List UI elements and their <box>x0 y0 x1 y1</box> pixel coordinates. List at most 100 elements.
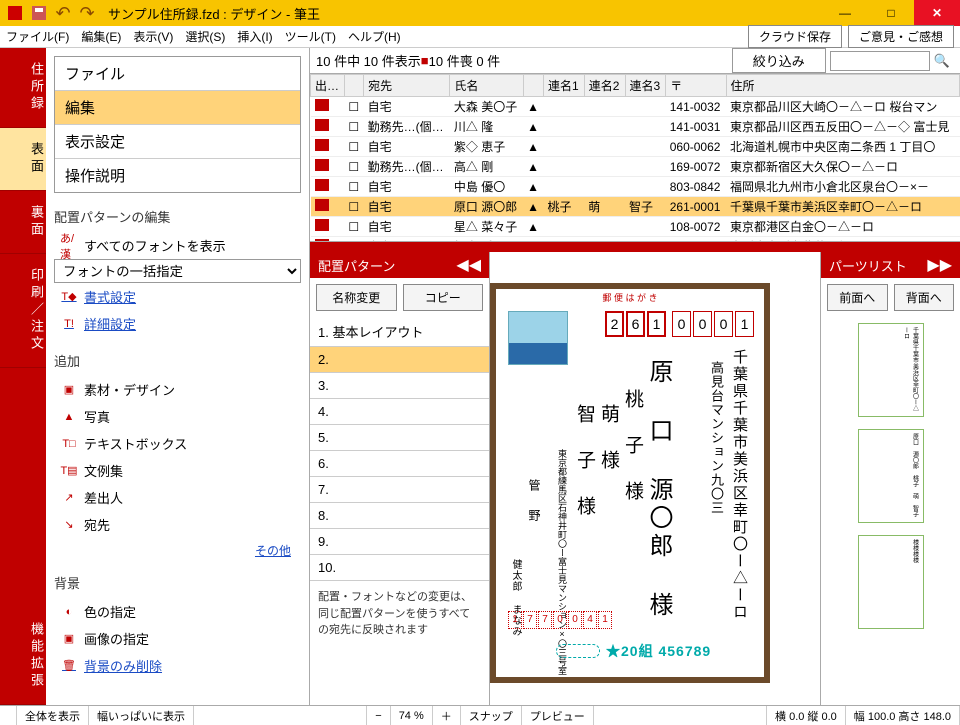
sender-name[interactable]: 管 野 <box>526 479 543 523</box>
column-header[interactable] <box>523 75 543 97</box>
recipient-addr1[interactable]: 千葉県千葉市美浜区幸町〇ー△ーロ <box>729 349 750 621</box>
pattern-row[interactable]: 2. <box>310 347 489 373</box>
menu-edit[interactable]: 編集(E) <box>81 28 121 45</box>
nav-help[interactable]: 操作説明 <box>55 159 300 192</box>
bg-image[interactable]: ▣画像の指定 <box>54 625 301 652</box>
pattern-row[interactable]: 6. <box>310 451 489 477</box>
postcard[interactable]: 郵 便 は が き 2610001 千葉県千葉市美浜区幸町〇ー△ーロ 高見台マン… <box>490 283 770 683</box>
nav-display[interactable]: 表示設定 <box>55 125 300 159</box>
add-textbox[interactable]: T□テキストボックス <box>54 430 301 457</box>
menu-select[interactable]: 選択(S) <box>185 28 225 45</box>
column-header[interactable]: 連名2 <box>584 75 625 97</box>
recipient-name2[interactable]: 桃 子 様 <box>619 389 646 503</box>
column-header[interactable]: 連名3 <box>625 75 666 97</box>
filter-button[interactable]: 絞り込み <box>732 48 826 73</box>
part-thumb[interactable]: 原口 源〇郎 桃子 萌 智子 <box>858 429 924 523</box>
add-material[interactable]: ▣素材・デザイン <box>54 376 301 403</box>
column-header[interactable]: 連名1 <box>544 75 585 97</box>
part-thumb[interactable]: 様様様様 <box>858 535 924 629</box>
detail-link[interactable]: T!詳細設定 <box>54 310 301 337</box>
column-header[interactable]: 〒 <box>666 75 726 97</box>
menu-insert[interactable]: 挿入(I) <box>237 28 272 45</box>
pattern-row[interactable]: 8. <box>310 503 489 529</box>
status-bar: 全体を表示 幅いっぱいに表示 − 74 % ＋ スナップ プレビュー 横 0.0… <box>0 705 960 725</box>
recipient-name4[interactable]: 智 子 様 <box>571 404 598 518</box>
nav-file[interactable]: ファイル <box>55 57 300 91</box>
splitter[interactable] <box>310 242 960 252</box>
zip-boxes[interactable]: 2610001 <box>605 311 754 337</box>
table-row[interactable]: ☐自宅大森 美〇子▲141-0032東京都品川区大崎〇－△－ロ 桜台マン <box>311 97 960 117</box>
pattern-row[interactable]: 1. 基本レイアウト <box>310 317 489 347</box>
recipient-addr2[interactable]: 高見台マンション九〇三 <box>707 361 726 515</box>
menu-file[interactable]: ファイル(F) <box>6 28 69 45</box>
collapse-icon[interactable]: ◀◀ <box>456 255 481 275</box>
add-recipient[interactable]: ↘宛先 <box>54 511 301 538</box>
column-header[interactable]: 住所 <box>726 75 959 97</box>
expand-icon[interactable]: ▶▶ <box>927 255 952 275</box>
feedback-button[interactable]: ご意見・ご感想 <box>848 25 954 48</box>
zoom-out-button[interactable]: − <box>367 706 390 725</box>
redo-icon[interactable]: ↷ <box>76 2 98 24</box>
nav-edit[interactable]: 編集 <box>55 91 300 125</box>
front-button[interactable]: 前面へ <box>827 284 888 311</box>
other-link[interactable]: その他 <box>54 538 301 559</box>
vtab-front[interactable]: 表面 <box>0 128 46 191</box>
nav-list: ファイル 編集 表示設定 操作説明 <box>54 56 301 193</box>
add-photo[interactable]: ▲写真 <box>54 403 301 430</box>
table-row[interactable]: ☐自宅原口 源〇郎▲桃子萌智子261-0001千葉県千葉市美浜区幸町〇－△－ロ <box>311 197 960 217</box>
recipient-name3[interactable]: 萌 様 <box>595 404 622 472</box>
snap-toggle[interactable]: スナップ <box>461 706 522 725</box>
bg-color[interactable]: ◐色の指定 <box>54 598 301 625</box>
menu-help[interactable]: ヘルプ(H) <box>348 28 401 45</box>
table-row[interactable]: ☐自宅星△ 菜々子▲108-0072東京都港区白金〇－△－ロ <box>311 217 960 237</box>
sender-zip[interactable]: 1770041 <box>508 611 612 629</box>
recipient-name1[interactable]: 原 口 源〇郎 様 <box>641 359 676 620</box>
save-icon[interactable] <box>28 2 50 24</box>
bg-delete[interactable]: 🗑背景のみ削除 <box>54 652 301 679</box>
format-link[interactable]: T◆書式設定 <box>54 283 301 310</box>
cloud-save-button[interactable]: クラウド保存 <box>748 25 842 48</box>
maximize-button[interactable]: □ <box>868 0 914 26</box>
table-row[interactable]: ☐勤務先…(個…高△ 剛▲169-0072東京都新宿区大久保〇－△－ロ <box>311 157 960 177</box>
vtab-addressbook[interactable]: 住所録 <box>0 48 46 128</box>
pattern-row[interactable]: 5. <box>310 425 489 451</box>
add-sender[interactable]: ↗差出人 <box>54 484 301 511</box>
table-row[interactable]: ☐勤務先…(個…川△ 隆▲141-0031東京都品川区西五反田〇－△－◇ 富士見 <box>311 117 960 137</box>
undo-icon[interactable]: ↶ <box>52 2 74 24</box>
fit-all-button[interactable]: 全体を表示 <box>17 706 89 725</box>
pattern-row[interactable]: 7. <box>310 477 489 503</box>
fit-width-button[interactable]: 幅いっぱいに表示 <box>89 706 194 725</box>
add-examples[interactable]: T▤文例集 <box>54 457 301 484</box>
stamp-image[interactable] <box>508 311 568 365</box>
barcode[interactable]: ★20組 456789 <box>556 641 754 661</box>
minimize-button[interactable]: — <box>822 0 868 26</box>
pattern-row[interactable]: 4. <box>310 399 489 425</box>
address-grid[interactable]: 出… 宛先氏名連名1連名2連名3〒住所☐自宅大森 美〇子▲141-0032東京都品… <box>310 74 960 242</box>
column-header[interactable]: 氏名 <box>450 75 523 97</box>
rename-button[interactable]: 名称変更 <box>316 284 397 311</box>
pattern-row[interactable]: 9. <box>310 529 489 555</box>
pattern-row[interactable]: 3. <box>310 373 489 399</box>
part-thumb[interactable]: 千葉県千葉市美浜区幸町〇ー△ーロ <box>858 323 924 417</box>
preview-toggle[interactable]: プレビュー <box>522 706 594 725</box>
zoom-in-button[interactable]: ＋ <box>433 706 461 725</box>
menu-view[interactable]: 表示(V) <box>133 28 173 45</box>
vtab-extensions[interactable]: 機能拡張 <box>0 608 46 705</box>
font-select[interactable]: フォントの一括指定 <box>54 259 301 283</box>
table-row[interactable]: ☐自宅中島 優〇▲803-0842福岡県北九州市小倉北区泉台〇－×－ <box>311 177 960 197</box>
menu-tools[interactable]: ツール(T) <box>285 28 336 45</box>
close-button[interactable]: ✕ <box>914 0 960 26</box>
column-header[interactable] <box>344 75 363 97</box>
copy-button[interactable]: コピー <box>403 284 484 311</box>
search-input[interactable] <box>830 51 930 71</box>
postcard-canvas[interactable]: 郵 便 は が き 2610001 千葉県千葉市美浜区幸町〇ー△ーロ 高見台マン… <box>490 252 820 705</box>
column-header[interactable]: 出… <box>311 75 345 97</box>
vtab-back[interactable]: 裏面 <box>0 191 46 254</box>
search-icon[interactable]: 🔍 <box>934 53 950 69</box>
pattern-row[interactable]: 10. <box>310 555 489 581</box>
back-button[interactable]: 背面へ <box>894 284 955 311</box>
table-row[interactable]: ☐自宅紫◇ 恵子▲060-0062北海道札幌市中央区南二条西 1 丁目〇 <box>311 137 960 157</box>
vtab-print[interactable]: 印刷／注文 <box>0 254 46 368</box>
all-fonts-row[interactable]: あ/漢すべてのフォントを表示 <box>54 232 301 259</box>
column-header[interactable]: 宛先 <box>364 75 450 97</box>
